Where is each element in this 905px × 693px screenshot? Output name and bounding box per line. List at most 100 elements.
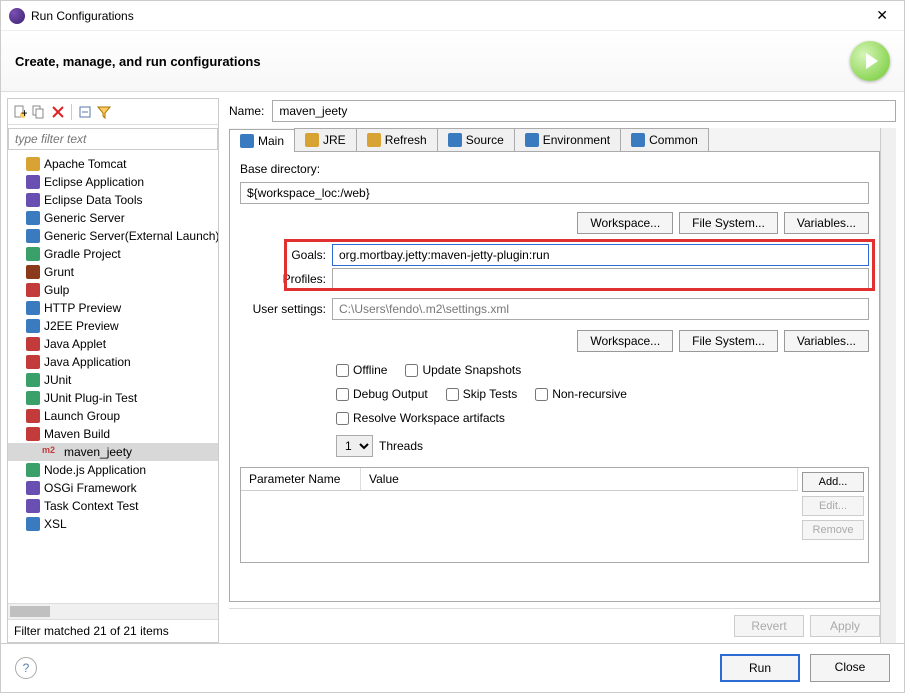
param-value-header[interactable]: Value (361, 468, 798, 490)
profiles-input[interactable] (332, 268, 869, 290)
tab-icon (367, 133, 381, 147)
resolve-workspace-checkbox[interactable]: Resolve Workspace artifacts (336, 411, 505, 425)
tab-icon (631, 133, 645, 147)
tree-h-scrollbar[interactable] (8, 603, 218, 619)
svg-text:+: + (21, 106, 27, 119)
new-config-icon[interactable]: + (12, 104, 28, 120)
config-tree[interactable]: Apache TomcatEclipse Application Eclipse … (8, 153, 218, 603)
eclipse-icon (9, 8, 25, 24)
tree-item-label: Generic Server(External Launch) (44, 229, 218, 243)
variables-button-2[interactable]: Variables... (784, 330, 869, 352)
offline-checkbox[interactable]: Offline (336, 363, 387, 377)
tree-item-label: Task Context Test (44, 499, 139, 513)
config-type-icon: m2 (42, 445, 60, 459)
config-type-icon (26, 481, 40, 495)
name-label: Name: (229, 104, 264, 118)
tab-main[interactable]: Main (229, 129, 295, 152)
tree-item-label: JUnit Plug-in Test (44, 391, 137, 405)
workspace-button-2[interactable]: Workspace... (577, 330, 673, 352)
config-type-icon (26, 319, 40, 333)
config-type-icon (26, 265, 40, 279)
window-title: Run Configurations (31, 9, 868, 23)
filter-icon[interactable] (96, 104, 112, 120)
tab-icon (240, 134, 254, 148)
close-icon[interactable]: ✕ (868, 5, 896, 26)
name-input[interactable] (272, 100, 896, 122)
workspace-button[interactable]: Workspace... (577, 212, 673, 234)
tree-item[interactable]: Gradle Project (8, 245, 218, 263)
tree-item-label: Java Application (44, 355, 131, 369)
param-name-header[interactable]: Parameter Name (241, 468, 361, 490)
threads-label: Threads (379, 439, 423, 453)
tree-item[interactable]: J2EE Preview (8, 317, 218, 335)
tree-item[interactable]: XSL (8, 515, 218, 533)
goals-input[interactable] (332, 244, 869, 266)
tab-label: Main (258, 134, 284, 148)
usersettings-input[interactable] (332, 298, 869, 320)
tree-item-label: HTTP Preview (44, 301, 121, 315)
tree-item-label: Java Applet (44, 337, 106, 351)
help-icon[interactable]: ? (15, 657, 37, 679)
run-button[interactable]: Run (720, 654, 800, 682)
config-type-icon (26, 157, 40, 171)
update-snapshots-checkbox[interactable]: Update Snapshots (405, 363, 521, 377)
duplicate-icon[interactable] (31, 104, 47, 120)
tree-item-label: maven_jeety (64, 445, 132, 459)
tree-item[interactable]: Node.js Application (8, 461, 218, 479)
debug-output-checkbox[interactable]: Debug Output (336, 387, 428, 401)
collapse-icon[interactable] (77, 104, 93, 120)
tree-item[interactable]: Eclipse Application (8, 173, 218, 191)
tree-item[interactable]: Generic Server (8, 209, 218, 227)
tree-item[interactable]: Java Application (8, 353, 218, 371)
goals-label: Goals: (240, 248, 326, 262)
tab-refresh[interactable]: Refresh (356, 128, 438, 151)
tree-item[interactable]: Launch Group (8, 407, 218, 425)
base-dir-input[interactable] (240, 182, 869, 204)
skip-tests-checkbox[interactable]: Skip Tests (446, 387, 517, 401)
filter-input[interactable] (8, 128, 218, 150)
tree-item[interactable]: OSGi Framework (8, 479, 218, 497)
tree-item[interactable]: Java Applet (8, 335, 218, 353)
panel-v-scrollbar[interactable] (880, 128, 896, 643)
tab-icon (525, 133, 539, 147)
close-button[interactable]: Close (810, 654, 890, 682)
tree-item[interactable]: JUnit Plug-in Test (8, 389, 218, 407)
delete-icon[interactable] (50, 104, 66, 120)
tab-label: JRE (323, 133, 346, 147)
config-type-icon (26, 193, 40, 207)
tree-item[interactable]: JUnit (8, 371, 218, 389)
tree-item[interactable]: Gulp (8, 281, 218, 299)
tree-item-label: Maven Build (44, 427, 110, 441)
tab-source[interactable]: Source (437, 128, 515, 151)
add-param-button[interactable]: Add... (802, 472, 864, 492)
config-type-icon (26, 499, 40, 513)
tree-item[interactable]: Generic Server(External Launch) (8, 227, 218, 245)
tree-item-label: OSGi Framework (44, 481, 137, 495)
tab-common[interactable]: Common (620, 128, 709, 151)
tab-label: Common (649, 133, 698, 147)
config-type-icon (26, 301, 40, 315)
revert-button: Revert (734, 615, 804, 637)
tree-item[interactable]: Eclipse Data Tools (8, 191, 218, 209)
config-type-icon (26, 427, 40, 441)
variables-button[interactable]: Variables... (784, 212, 869, 234)
filesystem-button-2[interactable]: File System... (679, 330, 778, 352)
config-type-icon (26, 175, 40, 189)
filesystem-button[interactable]: File System... (679, 212, 778, 234)
profiles-label: Profiles: (240, 272, 326, 286)
non-recursive-checkbox[interactable]: Non-recursive (535, 387, 627, 401)
threads-select[interactable]: 1 (336, 435, 373, 457)
config-type-icon (26, 517, 40, 531)
tab-jre[interactable]: JRE (294, 128, 357, 151)
config-type-icon (26, 391, 40, 405)
tree-item[interactable]: Apache Tomcat (8, 155, 218, 173)
tree-item[interactable]: Maven Build (8, 425, 218, 443)
tree-item[interactable]: HTTP Preview (8, 299, 218, 317)
tree-item[interactable]: Task Context Test (8, 497, 218, 515)
tab-environment[interactable]: Environment (514, 128, 621, 151)
tab-label: Refresh (385, 133, 427, 147)
param-table-body[interactable] (241, 491, 798, 562)
tree-item[interactable]: Grunt (8, 263, 218, 281)
tree-item-label: Eclipse Data Tools (44, 193, 143, 207)
tree-item[interactable]: m2 maven_jeety (8, 443, 218, 461)
